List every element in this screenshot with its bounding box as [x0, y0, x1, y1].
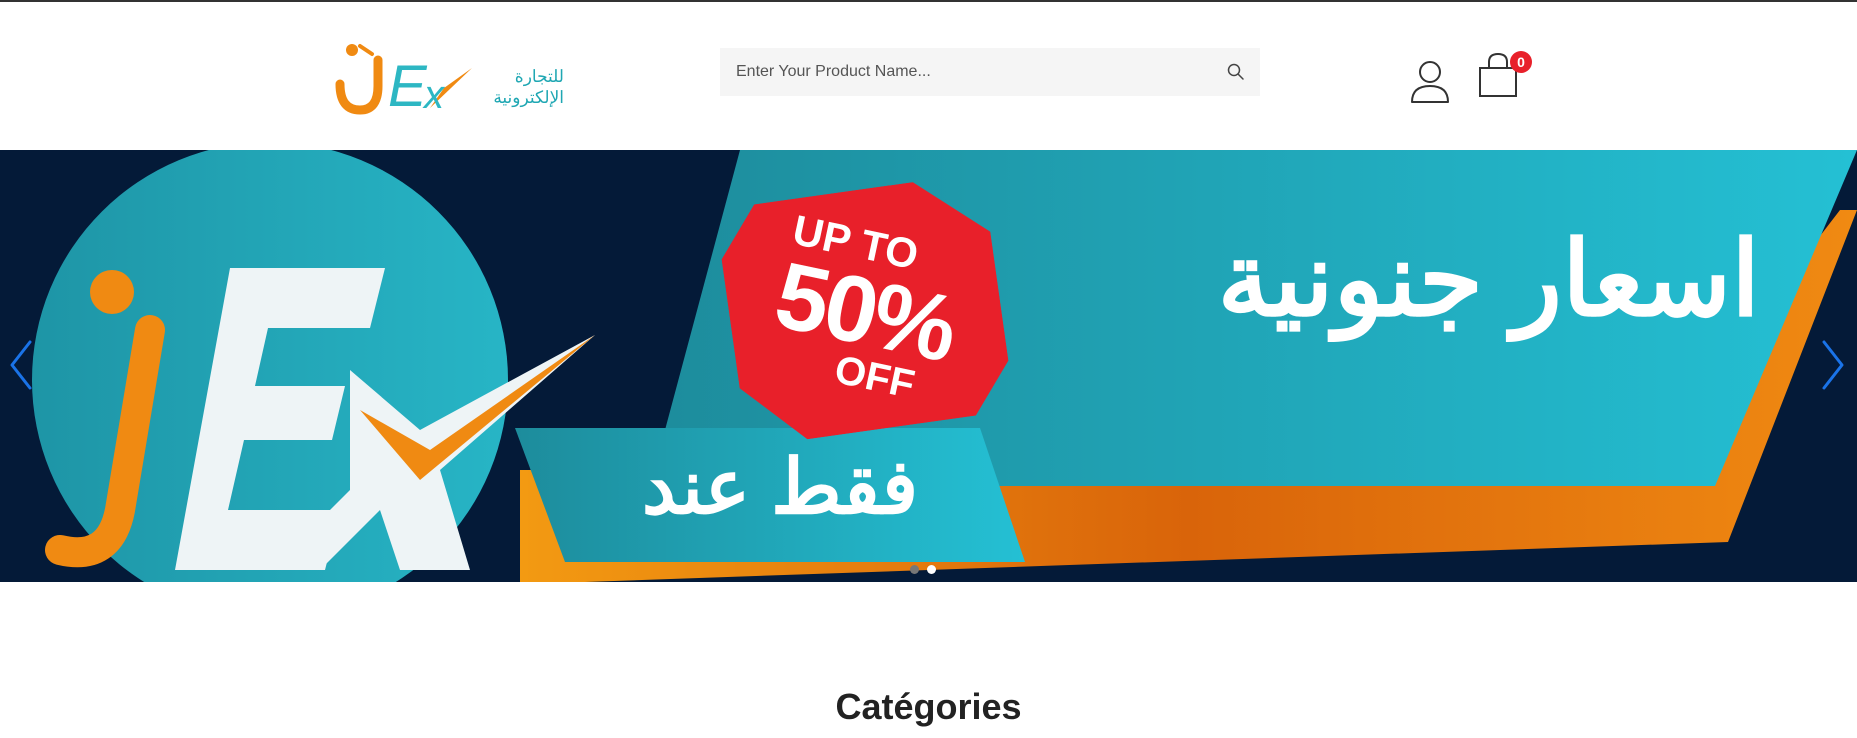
logo-arabic-line2: الإلكترونية [493, 88, 564, 107]
slider-dot-1[interactable] [910, 565, 919, 574]
svg-text:x: x [422, 73, 446, 117]
svg-text:E: E [388, 54, 428, 119]
cart-count-badge: 0 [1510, 51, 1532, 73]
slider-pagination [910, 561, 944, 574]
chevron-left-icon[interactable] [6, 336, 36, 394]
logo-arabic-line1: للتجارة [514, 67, 564, 86]
discount-badge: UP TO 50% OFF [715, 172, 1016, 447]
categories-heading: Catégories [835, 686, 1022, 727]
slider-dot-2[interactable] [927, 565, 936, 574]
search-bar [720, 48, 1260, 96]
banner-subline: فقط عند [641, 445, 919, 530]
search-input[interactable] [720, 48, 1206, 96]
hero-slider[interactable]: اسعار جنونية فقط عند UP TO 50% OFF [0, 150, 1857, 582]
logo-arabic-text: للتجارة الإلكترونية [484, 66, 564, 108]
search-icon[interactable] [1226, 62, 1246, 82]
chevron-right-icon[interactable] [1818, 336, 1848, 394]
user-icon[interactable] [1408, 58, 1452, 104]
banner-headline: اسعار جنونية [1217, 222, 1761, 338]
